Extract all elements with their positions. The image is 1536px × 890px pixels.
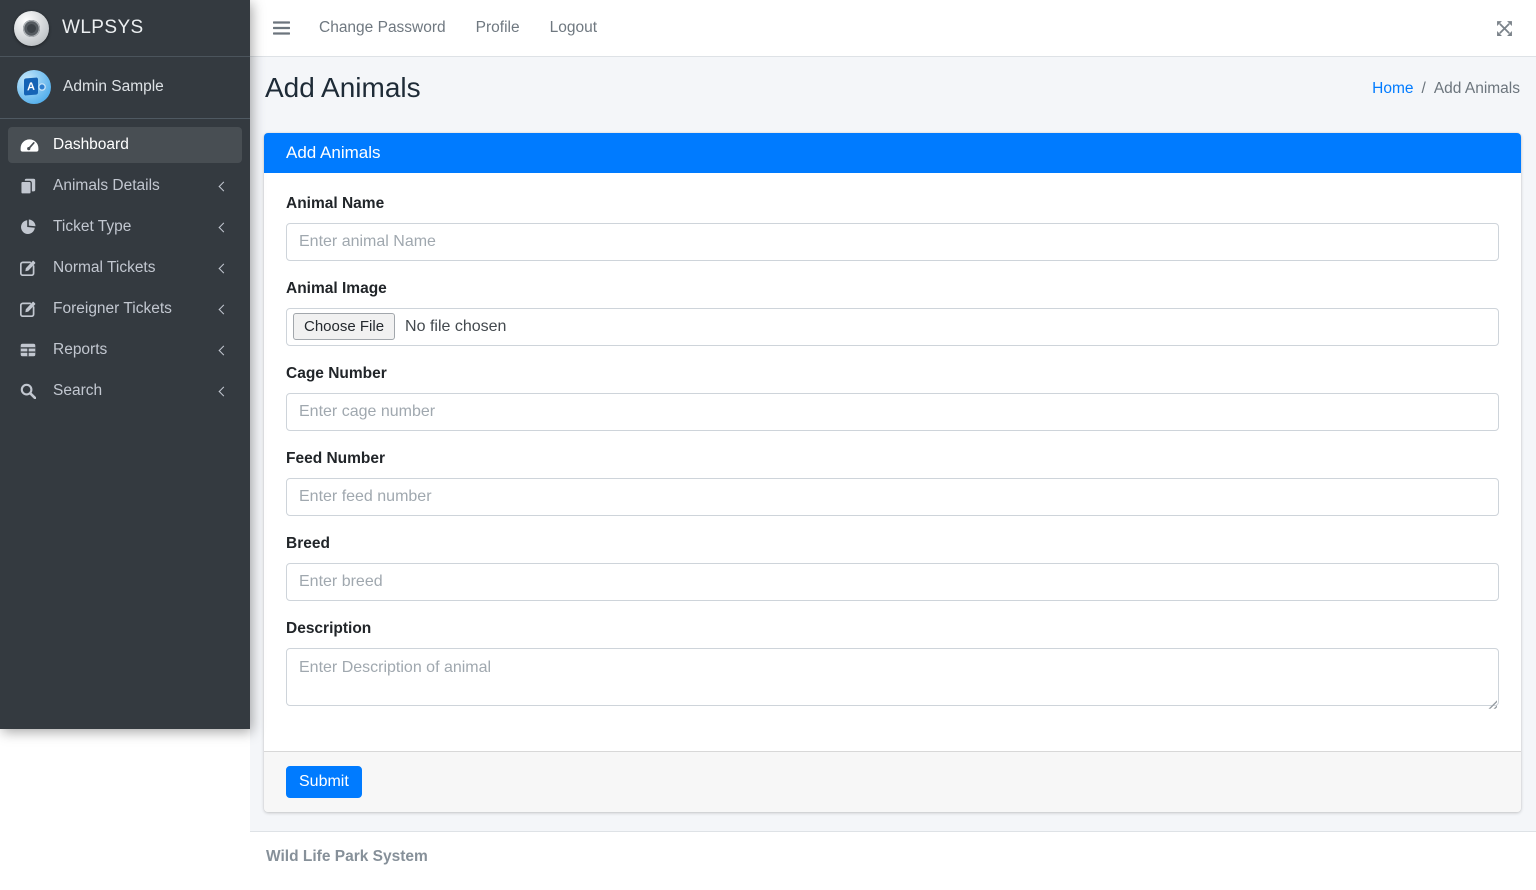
chevron-left-icon [219,263,229,273]
user-name: Admin Sample [63,78,164,96]
top-navbar: Change Password Profile Logout [250,0,1536,57]
chevron-left-icon [219,222,229,232]
sidebar-item-dashboard[interactable]: Dashboard [8,127,242,163]
form-group-cage-number: Cage Number [286,365,1499,431]
submit-button[interactable]: Submit [286,766,362,798]
chevron-left-icon [219,386,229,396]
navbar-link-change-password[interactable]: Change Password [304,11,461,45]
sidebar-item-label: Animals Details [53,177,220,195]
sidebar-item-search[interactable]: Search [8,373,242,409]
sidebar-item-reports[interactable]: Reports [8,332,242,368]
card-header: Add Animals [264,133,1521,173]
footer-text: Wild Life Park System [266,848,428,865]
sidebar-item-foreigner-tickets[interactable]: Foreigner Tickets [8,291,242,327]
user-panel[interactable]: A Admin Sample [0,57,250,119]
description-textarea-wrap [286,648,1499,711]
description-label: Description [286,620,1499,638]
sidebar-item-label: Search [53,382,220,400]
sidebar-item-label: Normal Tickets [53,259,220,277]
animal-name-label: Animal Name [286,195,1499,213]
form-group-description: Description [286,620,1499,711]
sidebar-item-label: Ticket Type [53,218,220,236]
edit-icon [20,301,50,317]
card-footer: Submit [264,751,1521,812]
hamburger-icon[interactable] [273,21,290,35]
sidebar-item-ticket-type[interactable]: Ticket Type [8,209,242,245]
sidebar-nav: Dashboard Animals Details Ticket Type No… [0,119,250,422]
description-textarea[interactable] [286,648,1499,706]
sidebar: WLPSYS A Admin Sample Dashboard Animals … [0,0,250,729]
pie-chart-icon [20,219,50,235]
gear-icon [38,83,46,91]
edit-icon [20,260,50,276]
file-status-text: No file chosen [405,318,506,336]
feed-number-input[interactable] [286,478,1499,516]
park-logo-icon [14,11,49,46]
form-group-animal-image: Animal Image Choose File No file chosen [286,280,1499,346]
sidebar-item-animals-details[interactable]: Animals Details [8,168,242,204]
form-group-feed-number: Feed Number [286,450,1499,516]
choose-file-button[interactable]: Choose File [293,313,395,340]
copy-icon [20,178,50,195]
add-animals-card: Add Animals Animal Name Animal Image Cho… [264,133,1521,812]
tachometer-icon [20,138,50,153]
form-group-animal-name: Animal Name [286,195,1499,261]
content-header: Add Animals Home / Add Animals [250,57,1536,104]
expand-icon[interactable] [1496,20,1513,37]
breadcrumb-separator: / [1422,80,1426,98]
form-group-breed: Breed [286,535,1499,601]
navbar-link-logout[interactable]: Logout [535,11,612,45]
brand-link[interactable]: WLPSYS [0,0,250,57]
sidebar-item-label: Foreigner Tickets [53,300,220,318]
chevron-left-icon [219,304,229,314]
search-icon [20,383,50,399]
cage-number-input[interactable] [286,393,1499,431]
avatar: A [17,70,51,104]
sidebar-item-label: Reports [53,341,220,359]
navbar-link-profile[interactable]: Profile [461,11,535,45]
card-body: Animal Name Animal Image Choose File No … [264,173,1521,751]
sidebar-item-label: Dashboard [53,136,232,154]
chevron-left-icon [219,345,229,355]
animal-name-input[interactable] [286,223,1499,261]
breadcrumb-current: Add Animals [1434,80,1520,98]
animal-image-file-input[interactable]: Choose File No file chosen [286,308,1499,346]
breadcrumb-home-link[interactable]: Home [1372,80,1413,98]
page-title: Add Animals [265,73,421,104]
main-footer: Wild Life Park System [250,831,1536,890]
table-icon [20,343,50,357]
content-wrapper: Add Animals Home / Add Animals Add Anima… [250,57,1536,831]
sidebar-item-normal-tickets[interactable]: Normal Tickets [8,250,242,286]
brand-title: WLPSYS [62,17,144,39]
breed-label: Breed [286,535,1499,553]
feed-number-label: Feed Number [286,450,1499,468]
avatar-letter: A [24,77,38,95]
breed-input[interactable] [286,563,1499,601]
chevron-left-icon [219,181,229,191]
cage-number-label: Cage Number [286,365,1499,383]
animal-image-label: Animal Image [286,280,1499,298]
breadcrumb: Home / Add Animals [1372,80,1520,98]
